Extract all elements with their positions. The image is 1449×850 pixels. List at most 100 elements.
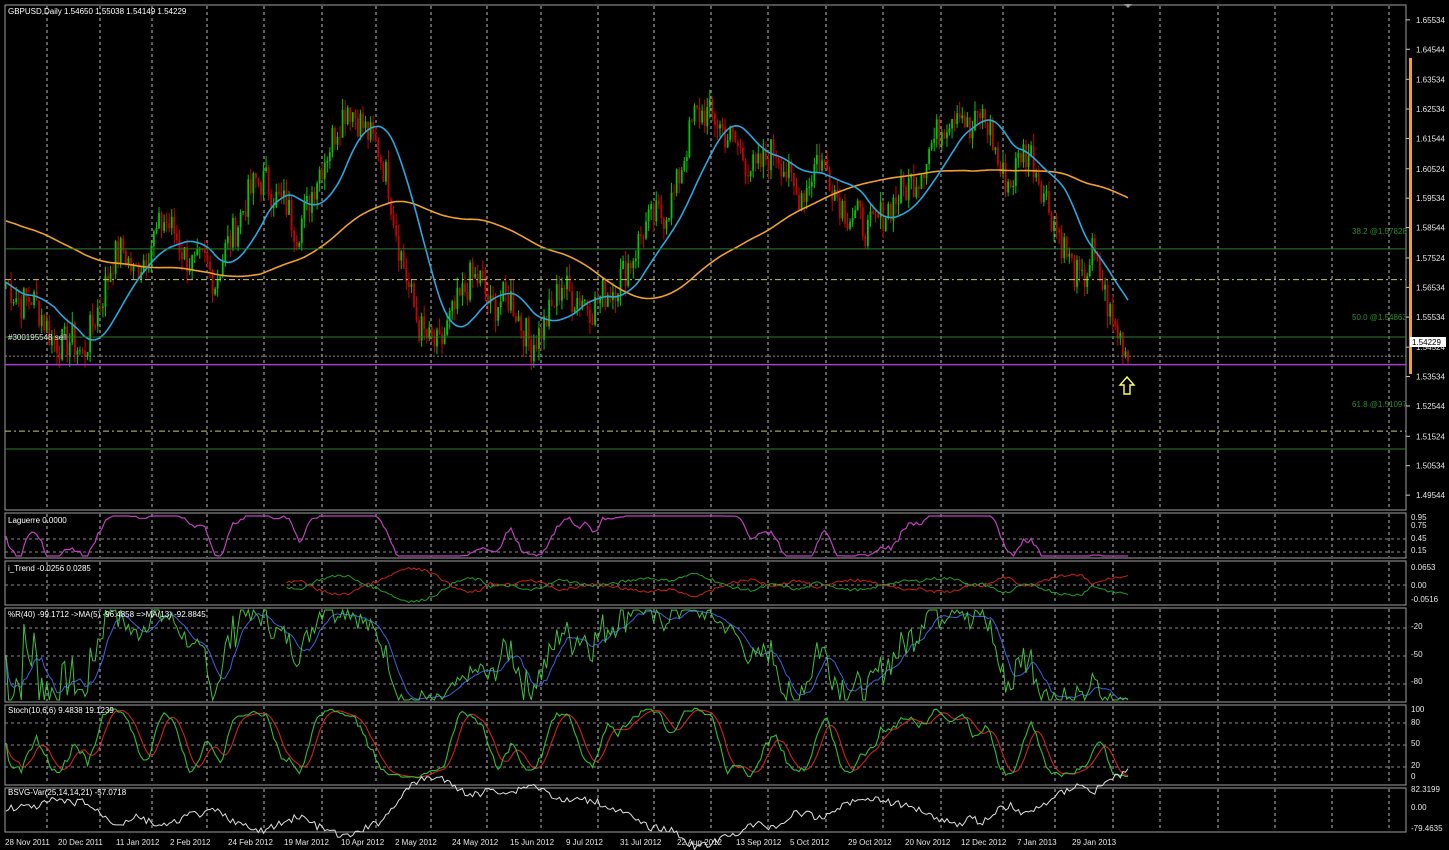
candle [415,296,418,323]
candle [481,260,484,283]
arrow-up-icon [1118,375,1136,395]
candle [247,174,250,225]
candle [594,291,596,327]
candle [874,209,877,223]
itrend-indicator-panel[interactable]: i_Trend -0.0256 0.0285 [8,564,1129,603]
candle [107,266,109,290]
candle [1065,235,1068,261]
candle [632,258,635,279]
candle [165,212,168,232]
candle [566,267,568,301]
candle [112,263,114,286]
candle [517,310,520,322]
candle [522,330,525,357]
panel-frame [4,787,1407,833]
candle [691,118,693,123]
candle [303,193,306,228]
candle [680,166,683,184]
price-label: 1.57524 [1416,254,1445,263]
candle [1109,302,1112,325]
candle [20,294,23,329]
candle [328,147,331,169]
candle [668,218,670,222]
candle [997,141,999,168]
price-label: 1.53534 [1416,373,1445,382]
candle [507,285,510,313]
candle [196,238,199,256]
candle [1068,247,1071,264]
candle [637,231,640,268]
date-label: 15 Jun 2012 [510,838,555,847]
candle [902,171,905,197]
main-chart-title: GBPUSD,Daily 1.54650 1.55038 1.54149 1.5… [8,7,187,16]
candle [601,277,604,308]
candle [456,277,459,315]
candle [757,142,760,170]
candle [438,318,441,336]
candle [854,205,857,219]
candle [864,233,867,249]
candle [321,163,324,181]
date-label: 19 Mar 2012 [284,838,329,847]
candle [971,120,974,149]
candle [892,194,895,232]
wpr-axis-label: -20 [1411,622,1423,631]
candle [553,305,556,309]
date-label: 24 May 2012 [452,838,499,847]
candle [532,334,535,368]
candle [1088,259,1091,278]
candle [634,250,637,269]
candle [280,182,283,205]
candle [346,105,349,126]
candle [1007,178,1010,197]
price-range-bar [1409,58,1412,374]
chart-shift-marker-icon[interactable] [1124,4,1132,8]
candle [96,299,99,333]
candle [1104,277,1106,302]
candle [293,226,296,252]
candle [178,229,181,261]
candle [265,156,267,173]
candle [221,254,224,278]
bsvg-title: BSVG-Var(25,14,14,21) -57.0718 [8,788,127,797]
candle [1101,269,1104,291]
candle [976,110,979,125]
candle [696,104,698,111]
candle [252,171,255,205]
candle [698,97,701,129]
main-price-panel[interactable]: GBPUSD,Daily 1.54650 1.55038 1.54149 1.5… [5,4,1407,450]
candle [372,115,375,142]
candle [275,183,278,209]
candle [652,201,655,233]
candle [181,243,183,271]
candle [787,153,790,187]
williams-r-indicator-panel[interactable]: %R(40) -99.1712 ->MA(5) -96.4858 =>MA(13… [5,608,1129,702]
candle [242,210,245,216]
laguerre-line [5,515,1128,558]
laguerre-axis-label: 0.45 [1411,534,1427,543]
candle [856,198,859,211]
candle [33,289,35,309]
date-label: 9 Jul 2012 [566,838,603,847]
candle [719,120,721,137]
date-label: 7 Jan 2013 [1017,838,1057,847]
laguerre-indicator-panel[interactable]: Laguerre 0.0000 [5,515,1128,558]
panel-frame [4,4,1407,511]
candle [882,200,885,238]
trading-chart[interactable]: GBPUSD,Daily 1.54650 1.55038 1.54149 1.5… [0,0,1449,850]
candle [175,225,178,245]
candle [300,215,303,251]
candle [1014,152,1017,194]
candle [683,156,686,173]
stoch-axis-label: 0 [1411,772,1416,781]
candle [1078,255,1081,283]
order-label: #300195548 sell [8,333,67,342]
price-label: 1.56534 [1416,283,1445,292]
itrend-axis-label: -0.0516 [1411,595,1439,604]
candle [1071,252,1073,263]
candle [1053,215,1055,242]
candle [688,116,691,159]
candle [742,141,744,162]
candle [326,156,329,173]
price-label: 1.55534 [1416,313,1445,322]
